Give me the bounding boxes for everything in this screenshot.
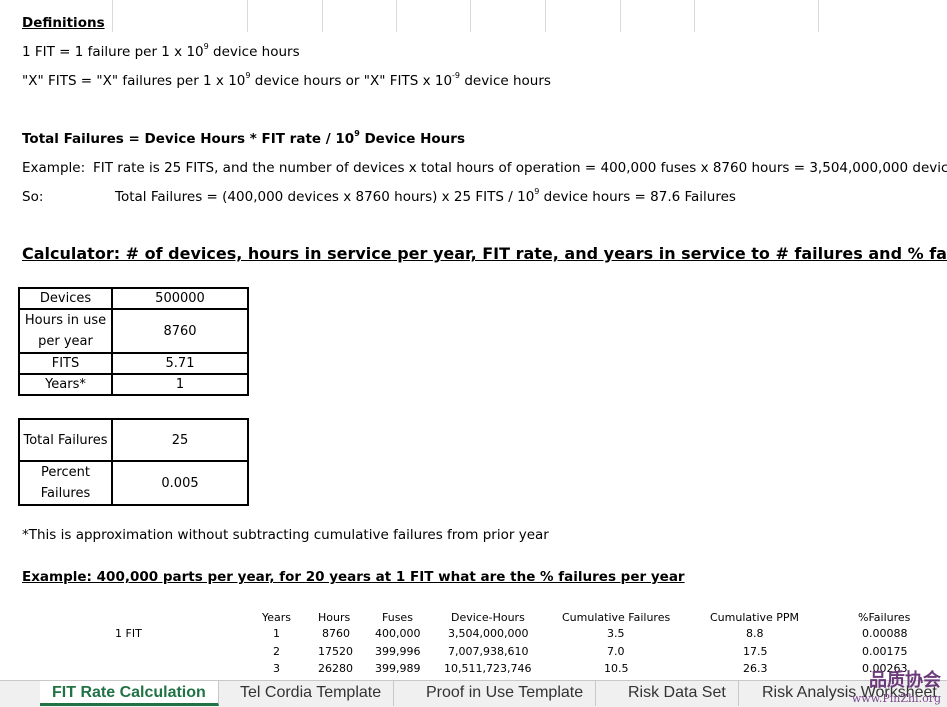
column-header: Years [262,611,292,624]
example-table-heading: Example: 400,000 parts per year, for 20 … [22,569,685,585]
cell-device-hours[interactable]: 3,504,000,000 [448,627,528,640]
cell-cumulative-ppm[interactable]: 26.3 [743,662,768,675]
cell-device-hours[interactable]: 10,511,723,746 [444,662,531,675]
cell-cumulative-failures[interactable]: 7.0 [607,645,625,658]
worksheet-area[interactable]: Definitions 1 FIT = 1 failure per 1 x 10… [0,0,947,680]
total-failures-heading-end: Device Hours [359,131,465,147]
cell-fuses[interactable]: 399,989 [375,662,421,675]
definition-1-text-end: device hours [208,44,300,60]
cell-cumulative-failures[interactable]: 10.5 [604,662,629,675]
gridline [694,0,695,32]
column-header: Hours [318,611,351,624]
gridline [470,0,471,32]
so-text-end: device hours = 87.6 Failures [539,189,736,205]
sheet-tab-bar: FIT Rate Calculation Tel Cordia Template… [0,680,947,707]
hours-value[interactable]: 8760 [111,308,249,354]
fits-label: FITS [18,352,113,375]
years-label: Years* [18,373,113,396]
cell-years[interactable]: 2 [273,645,280,658]
devices-value[interactable]: 500000 [111,287,249,310]
definition-2-text-end: device hours [460,73,551,89]
cell-cumulative-failures[interactable]: 3.5 [607,627,625,640]
cell-percent-failures[interactable]: 0.00088 [862,627,908,640]
cell-hours[interactable]: 26280 [318,662,353,675]
cell-fuses[interactable]: 399,996 [375,645,421,658]
gridline [322,0,323,32]
column-header: Cumulative PPM [710,611,800,624]
calculator-outputs-table: Total Failures 25 Percent Failures 0.005 [18,418,249,506]
cell-hours[interactable]: 17520 [318,645,353,658]
percent-failures-label: Percent Failures [18,460,113,506]
definition-2-exponent-2: -9 [452,71,461,80]
gridline [620,0,621,32]
gridline [818,0,819,32]
gridline [112,0,113,32]
row-label-1-fit: 1 FIT [115,627,142,640]
calculator-inputs-table: Devices 500000 Hours in use per year 876… [18,287,249,396]
footnote: *This is approximation without subtracti… [22,527,549,543]
gridline [247,0,248,32]
calculator-heading: Calculator: # of devices, hours in servi… [22,244,947,263]
cell-percent-failures[interactable]: 0.00175 [862,645,908,658]
column-header: Cumulative Failures [562,611,671,624]
definition-line-2: "X" FITS = "X" failures per 1 x 109 devi… [22,71,551,90]
cell-years[interactable]: 3 [273,662,280,675]
tab-tel-cordia-template[interactable]: Tel Cordia Template [228,681,395,706]
example-label: Example: [22,160,86,176]
cell-cumulative-ppm[interactable]: 8.8 [746,627,764,640]
cell-device-hours[interactable]: 7,007,938,610 [448,645,528,658]
watermark-url: www.PinZhi.org [851,692,941,705]
column-header: Device-Hours [451,611,525,624]
gridline [396,0,397,32]
column-header: %Failures [858,611,911,624]
column-header: Fuses [382,611,413,624]
definition-line-1: 1 FIT = 1 failure per 1 x 109 device hou… [22,43,300,61]
percent-failures-value[interactable]: 0.005 [111,460,249,506]
definition-2-text-mid: device hours or "X" FITS x 10 [250,73,453,89]
cell-years[interactable]: 1 [273,627,280,640]
years-value[interactable]: 1 [111,373,249,396]
total-failures-heading-text: Total Failures = Device Hours * FIT rate… [22,131,355,147]
tab-risk-data-set[interactable]: Risk Data Set [616,681,739,706]
watermark-text: 品质协会 [869,670,941,691]
definitions-heading: Definitions [22,15,105,31]
tab-proof-in-use-template[interactable]: Proof in Use Template [414,681,597,706]
cell-fuses[interactable]: 400,000 [375,627,421,640]
so-label: So: [22,189,44,205]
so-text: Total Failures = (400,000 devices x 8760… [115,188,736,206]
example-text: FIT rate is 25 FITS, and the number of d… [93,160,947,176]
definition-2-text: "X" FITS = "X" failures per 1 x 10 [22,73,246,89]
cell-cumulative-ppm[interactable]: 17.5 [743,645,768,658]
so-text-start: Total Failures = (400,000 devices x 8760… [115,189,535,205]
hours-label: Hours in use per year [18,308,113,354]
watermark-logo: 品质协会 www.PinZhi.org [852,666,941,705]
tab-fit-rate-calculation[interactable]: FIT Rate Calculation [40,681,219,706]
total-failures-heading: Total Failures = Device Hours * FIT rate… [22,130,465,148]
cell-hours[interactable]: 8760 [322,627,350,640]
fits-value[interactable]: 5.71 [111,352,249,375]
gridline [545,0,546,32]
devices-label: Devices [18,287,113,310]
definition-1-text: 1 FIT = 1 failure per 1 x 10 [22,44,204,60]
total-failures-value[interactable]: 25 [111,418,249,462]
total-failures-label: Total Failures [18,418,113,462]
